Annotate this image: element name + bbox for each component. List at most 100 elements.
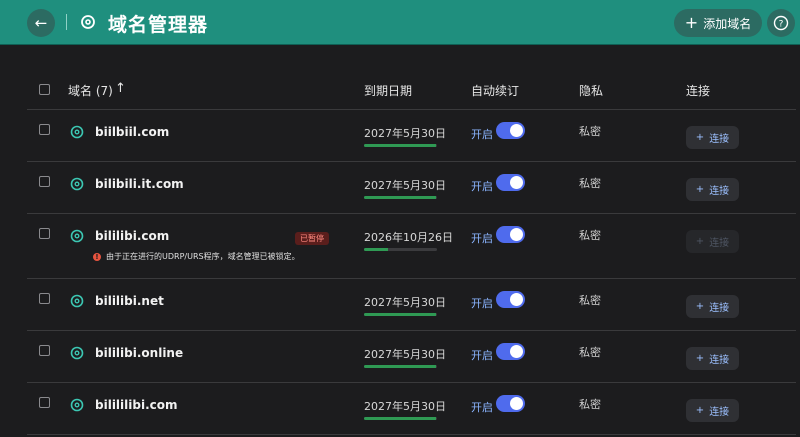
domain-name[interactable]: biilbiil.com	[95, 125, 169, 139]
top-bar: ← 域名管理器 + 添加域名 ?	[0, 0, 800, 45]
domain-name[interactable]: bililibi.com	[95, 229, 169, 243]
column-expiry: 到期日期	[364, 84, 413, 98]
expiry-progress-fill	[364, 144, 436, 147]
connect-label: 连接	[709, 134, 730, 145]
expiry-progress	[364, 248, 437, 251]
status-badge: 已暂停	[295, 232, 329, 245]
auto-renew-toggle[interactable]	[496, 174, 525, 191]
expiry-progress	[364, 417, 437, 420]
expiry-progress-fill	[364, 196, 436, 199]
column-connect: 连接	[686, 84, 711, 98]
auto-renew-label: 开启	[471, 297, 493, 310]
expiry-progress-fill	[364, 248, 389, 251]
connect-button: + 连接	[686, 230, 739, 253]
row-checkbox[interactable]	[39, 176, 50, 187]
privacy-status: 私密	[579, 177, 601, 190]
auto-renew-label: 开启	[471, 180, 493, 193]
help-button[interactable]: ?	[767, 9, 795, 37]
auto-renew-toggle[interactable]	[496, 343, 525, 360]
table-row: bilibili.it.com 2027年5月30日 开启 私密 + 连接	[27, 162, 796, 214]
plus-icon: +	[695, 405, 705, 416]
privacy-status: 私密	[579, 346, 601, 359]
svg-text:?: ?	[779, 20, 784, 30]
plus-icon: +	[695, 236, 705, 247]
expiry-progress-fill	[364, 365, 436, 368]
domain-icon	[70, 398, 84, 412]
row-checkbox[interactable]	[39, 345, 50, 356]
expiry-progress	[364, 313, 437, 316]
column-domain-label: 域名 (7)	[68, 84, 113, 98]
auto-renew-label: 开启	[471, 349, 493, 362]
select-all-checkbox[interactable]	[39, 84, 50, 95]
connect-label: 连接	[709, 303, 730, 314]
expiry-date: 2027年5月30日	[364, 127, 446, 140]
connect-button[interactable]: + 连接	[686, 178, 739, 201]
expiry-progress	[364, 196, 437, 199]
connect-label: 连接	[709, 355, 730, 366]
privacy-status: 私密	[579, 229, 601, 242]
table-row: bilililibi.com 2027年5月30日 开启 私密 + 连接	[27, 383, 796, 435]
domain-icon	[70, 294, 84, 308]
row-checkbox[interactable]	[39, 397, 50, 408]
connect-button[interactable]: + 连接	[686, 399, 739, 422]
privacy-status: 私密	[579, 125, 601, 138]
domain-icon	[70, 229, 84, 243]
auto-renew-toggle[interactable]	[496, 291, 525, 308]
auto-renew-toggle[interactable]	[496, 395, 525, 412]
expiry-progress	[364, 365, 437, 368]
plus-icon: +	[684, 13, 699, 32]
domain-name[interactable]: bilililibi.com	[95, 398, 178, 412]
warning-icon: !	[93, 252, 101, 261]
page-title: 域名管理器	[108, 14, 209, 36]
domain-name[interactable]: bililibi.online	[95, 346, 183, 360]
connect-label: 连接	[709, 186, 730, 197]
privacy-status: 私密	[579, 294, 601, 307]
add-domain-button[interactable]: + 添加域名	[674, 9, 762, 37]
plus-icon: +	[695, 301, 705, 312]
connect-button[interactable]: + 连接	[686, 347, 739, 370]
plus-icon: +	[695, 184, 705, 195]
table-header: 域名 (7) ↑ 到期日期 自动续订 隐私 连接	[27, 68, 796, 110]
column-domain[interactable]: 域名 (7)	[68, 82, 113, 99]
expiry-date: 2027年5月30日	[364, 348, 446, 361]
plus-icon: +	[695, 132, 705, 143]
auto-renew-label: 开启	[471, 401, 493, 414]
row-checkbox[interactable]	[39, 293, 50, 304]
lock-warning: ! 由于正在进行的UDRP/URS程序，域名管理已被锁定。	[93, 251, 300, 262]
row-checkbox[interactable]	[39, 228, 50, 239]
expiry-progress-fill	[364, 417, 436, 420]
toggle-knob	[510, 293, 523, 306]
sort-arrow-icon[interactable]: ↑	[115, 81, 126, 96]
connect-label: 连接	[709, 238, 730, 249]
auto-renew-toggle[interactable]	[496, 226, 525, 243]
expiry-progress	[364, 144, 437, 147]
auto-renew-label: 开启	[471, 232, 493, 245]
toggle-knob	[510, 124, 523, 137]
plus-icon: +	[695, 353, 705, 364]
connect-button[interactable]: + 连接	[686, 126, 739, 149]
toggle-knob	[510, 345, 523, 358]
table-row: biilbiil.com 2027年5月30日 开启 私密 + 连接	[27, 110, 796, 162]
add-domain-label: 添加域名	[703, 16, 752, 31]
table-row: bililibi.online 2027年5月30日 开启 私密 + 连接	[27, 331, 796, 383]
toggle-knob	[510, 228, 523, 241]
domain-icon	[70, 346, 84, 360]
domain-name[interactable]: bilibili.it.com	[95, 177, 184, 191]
expiry-date: 2027年5月30日	[364, 400, 446, 413]
expiry-progress-fill	[364, 313, 436, 316]
privacy-status: 私密	[579, 398, 601, 411]
auto-renew-toggle[interactable]	[496, 122, 525, 139]
connect-button[interactable]: + 连接	[686, 295, 739, 318]
row-checkbox[interactable]	[39, 124, 50, 135]
expiry-date: 2027年5月30日	[364, 296, 446, 309]
toggle-knob	[510, 176, 523, 189]
domain-target-icon	[81, 15, 95, 29]
connect-label: 连接	[709, 407, 730, 418]
expiry-date: 2027年5月30日	[364, 179, 446, 192]
column-privacy: 隐私	[579, 84, 604, 98]
table-row: bililibi.net 2027年5月30日 开启 私密 + 连接	[27, 279, 796, 331]
lock-warning-text: 由于正在进行的UDRP/URS程序，域名管理已被锁定。	[106, 252, 300, 261]
domain-icon	[70, 177, 84, 191]
back-button[interactable]: ←	[27, 9, 55, 37]
domain-name[interactable]: bililibi.net	[95, 294, 164, 308]
